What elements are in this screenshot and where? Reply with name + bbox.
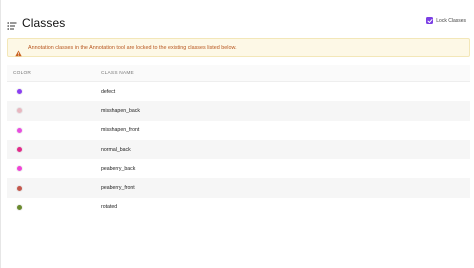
classes-page: Classes Lock Classes Annotation classes …: [0, 0, 474, 268]
color-cell: [7, 204, 101, 210]
color-swatch: [17, 166, 22, 172]
color-swatch: [17, 204, 22, 210]
class-name-cell: peaberry_front: [101, 185, 135, 192]
warning-icon: [15, 44, 22, 57]
table-row[interactable]: rotated: [7, 198, 470, 217]
table-row[interactable]: peaberry_front: [7, 178, 470, 198]
color-swatch: [17, 185, 22, 191]
class-name-cell: rotated: [101, 204, 118, 211]
class-name-cell: defect: [101, 88, 116, 95]
color-swatch: [17, 89, 22, 95]
color-swatch: [17, 147, 22, 153]
list-icon: [7, 18, 17, 30]
banner-text: Annotation classes in the Annotation too…: [28, 44, 237, 51]
page-header: Classes Lock Classes: [7, 12, 470, 34]
table-row[interactable]: defect: [7, 82, 470, 101]
table-body: defect misshapen_back misshapen_frontnorma…: [7, 82, 470, 217]
color-cell: [7, 185, 101, 191]
locked-classes-banner: Annotation classes in the Annotation too…: [7, 38, 470, 57]
column-header-color: COLOR: [13, 70, 32, 76]
column-header-class-name: CLASS NAME: [101, 70, 134, 76]
table-row[interactable]: normal_back: [7, 139, 470, 160]
table-row[interactable]: misshapen_front: [7, 121, 470, 140]
table-row[interactable]: peaberry_back: [7, 159, 470, 178]
lock-classes-checkbox[interactable]: [426, 17, 434, 24]
table-header: COLOR CLASS NAME: [7, 65, 470, 82]
color-cell: [7, 127, 101, 133]
color-swatch: [17, 127, 22, 133]
lock-classes-toggle[interactable]: Lock Classes: [426, 17, 466, 24]
class-name-cell: normal_back: [101, 146, 131, 153]
classes-table: COLOR CLASS NAME defect misshapen_backmis…: [7, 65, 470, 217]
color-cell: [7, 89, 101, 95]
class-name-cell: misshapen_back: [101, 107, 140, 114]
class-name-cell: peaberry_back: [101, 165, 136, 172]
lock-classes-label: Lock Classes: [436, 17, 466, 24]
class-name-cell: misshapen_front: [101, 127, 140, 134]
checkmark-icon: [427, 18, 433, 23]
color-swatch: [17, 108, 22, 114]
page-title: Classes: [22, 16, 66, 30]
color-cell: [7, 147, 101, 153]
color-cell: [7, 108, 101, 114]
table-row[interactable]: misshapen_back: [7, 101, 470, 121]
color-cell: [7, 166, 101, 172]
